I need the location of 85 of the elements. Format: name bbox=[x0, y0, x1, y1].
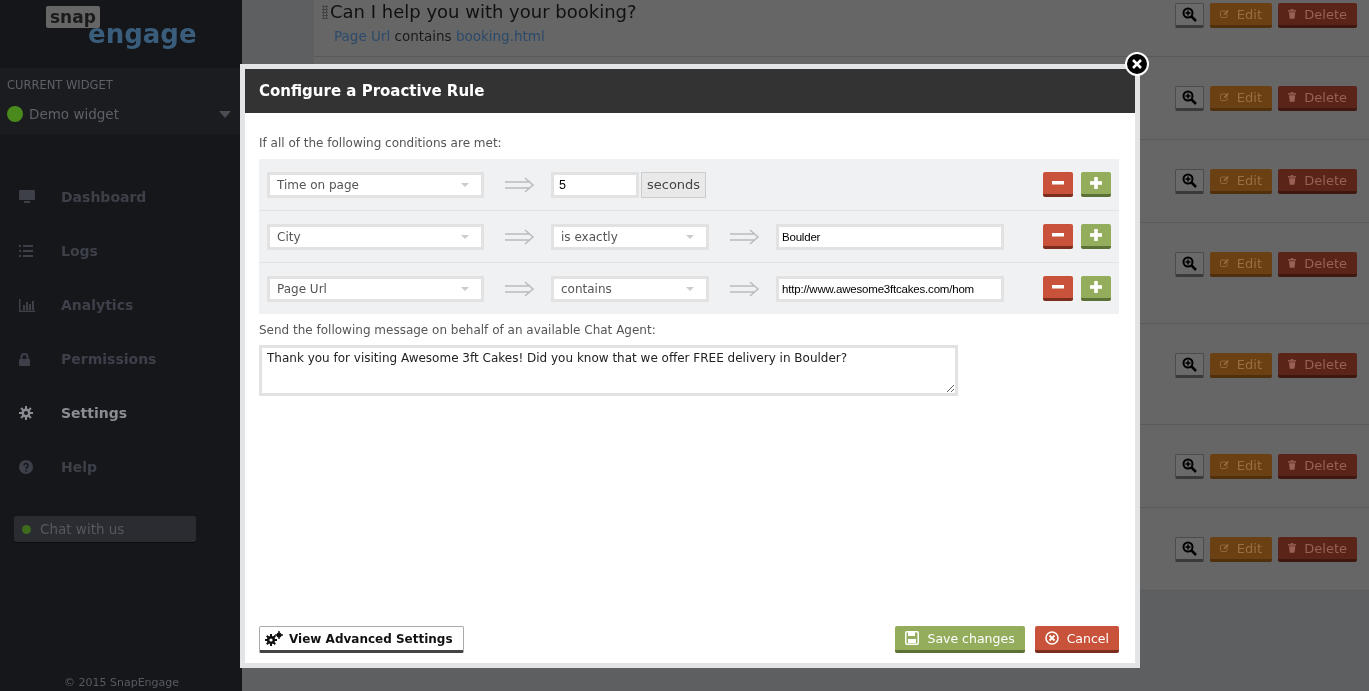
widget-selector[interactable]: Demo widget bbox=[29, 106, 213, 122]
arrow-icon bbox=[505, 176, 535, 193]
zoom-in-icon bbox=[1182, 173, 1197, 188]
message-label: Send the following message on behalf of an available Chat Agent: bbox=[259, 323, 657, 337]
delete-button[interactable]: Delete bbox=[1278, 537, 1357, 562]
arrow-icon bbox=[505, 228, 535, 245]
rule-title: Can I help you with your booking? bbox=[330, 1, 637, 22]
zoom-button[interactable] bbox=[1175, 252, 1204, 277]
minus-icon bbox=[1052, 285, 1064, 289]
zoom-button[interactable] bbox=[1175, 86, 1204, 111]
question-icon bbox=[19, 460, 33, 474]
delete-button[interactable]: Delete bbox=[1278, 454, 1357, 479]
field-dropdown[interactable]: City bbox=[267, 223, 484, 250]
add-condition-button[interactable] bbox=[1081, 224, 1111, 249]
delete-button[interactable]: Delete bbox=[1278, 252, 1357, 277]
delete-button[interactable]: Delete bbox=[1278, 3, 1357, 28]
rule-condition: Page Url contains booking.html bbox=[333, 28, 546, 44]
drag-handle-icon[interactable] bbox=[322, 4, 328, 19]
cancel-circle-icon bbox=[1044, 631, 1059, 645]
trash-icon bbox=[1288, 357, 1297, 371]
trash-icon bbox=[1288, 173, 1297, 187]
trash-icon bbox=[1288, 90, 1297, 104]
trash-icon bbox=[1288, 541, 1297, 555]
cancel-button[interactable]: Cancel bbox=[1034, 626, 1119, 653]
zoom-button[interactable] bbox=[1175, 454, 1204, 479]
zoom-in-icon bbox=[1182, 7, 1197, 22]
minus-icon bbox=[1052, 233, 1064, 237]
remove-condition-button[interactable] bbox=[1043, 172, 1073, 197]
remove-condition-button[interactable] bbox=[1043, 224, 1073, 249]
plus-icon bbox=[1090, 177, 1102, 189]
gear-icon bbox=[19, 406, 33, 420]
arrow-icon bbox=[505, 280, 535, 297]
zoom-in-icon bbox=[1182, 458, 1197, 473]
bar-chart-icon bbox=[19, 298, 35, 312]
close-icon bbox=[1132, 59, 1142, 69]
zoom-in-icon bbox=[1182, 90, 1197, 105]
number-input[interactable]: 5 bbox=[551, 171, 639, 198]
delete-button[interactable]: Delete bbox=[1278, 169, 1357, 194]
save-button[interactable]: Save changes bbox=[895, 626, 1025, 653]
field-dropdown[interactable]: Page Url bbox=[267, 275, 484, 302]
conditions-label: If all of the following conditions are met: bbox=[259, 136, 503, 150]
remove-condition-button[interactable] bbox=[1043, 276, 1073, 301]
zoom-in-icon bbox=[1182, 357, 1197, 372]
edit-icon bbox=[1220, 90, 1229, 104]
zoom-in-icon bbox=[1182, 541, 1197, 556]
edit-icon bbox=[1220, 256, 1229, 270]
section-label: CURRENT WIDGET bbox=[7, 78, 114, 92]
delete-button[interactable]: Delete bbox=[1278, 353, 1357, 378]
lock-icon bbox=[19, 352, 30, 366]
zoom-button[interactable] bbox=[1175, 537, 1204, 562]
trash-icon bbox=[1288, 7, 1297, 21]
add-condition-button[interactable] bbox=[1081, 276, 1111, 301]
trash-icon bbox=[1288, 458, 1297, 472]
value-input[interactable]: Boulder bbox=[776, 223, 1004, 250]
trash-icon bbox=[1288, 256, 1297, 270]
value-input[interactable]: http://www.awesome3ftcakes.com/hom bbox=[776, 275, 1004, 302]
operator-dropdown[interactable]: is exactly bbox=[551, 223, 709, 250]
operator-dropdown[interactable]: contains bbox=[551, 275, 709, 302]
edit-icon bbox=[1220, 357, 1229, 371]
advanced-settings-button[interactable]: View Advanced Settings bbox=[259, 626, 464, 653]
list-icon bbox=[19, 245, 33, 257]
add-condition-button[interactable] bbox=[1081, 172, 1111, 197]
minus-icon bbox=[1052, 181, 1064, 185]
zoom-button[interactable] bbox=[1175, 353, 1204, 378]
arrow-icon bbox=[730, 228, 760, 245]
plus-icon bbox=[1090, 281, 1102, 293]
status-dot bbox=[7, 106, 23, 122]
modal-title: Configure a Proactive Rule bbox=[245, 69, 1135, 113]
arrow-icon bbox=[730, 280, 760, 297]
caret-icon[interactable] bbox=[219, 110, 231, 118]
edit-icon bbox=[1220, 173, 1229, 187]
plus-icon bbox=[1090, 229, 1102, 241]
edit-icon bbox=[1220, 541, 1229, 555]
gears-icon bbox=[265, 630, 283, 647]
delete-button[interactable]: Delete bbox=[1278, 86, 1357, 111]
monitor-icon bbox=[19, 190, 35, 204]
zoom-in-icon bbox=[1182, 256, 1197, 271]
zoom-button[interactable] bbox=[1175, 3, 1204, 28]
zoom-button[interactable] bbox=[1175, 169, 1204, 194]
message-input[interactable]: Thank you for visiting Awesome 3ft Cakes! Did you know that we offer FREE delivery in Boulder? bbox=[259, 345, 958, 396]
copyright-text: © 2015 SnapEngage bbox=[63, 676, 181, 689]
edit-icon bbox=[1220, 7, 1229, 21]
field-dropdown[interactable]: Time on page bbox=[267, 171, 484, 198]
unit-label: seconds bbox=[641, 171, 707, 198]
edit-icon bbox=[1220, 458, 1229, 472]
